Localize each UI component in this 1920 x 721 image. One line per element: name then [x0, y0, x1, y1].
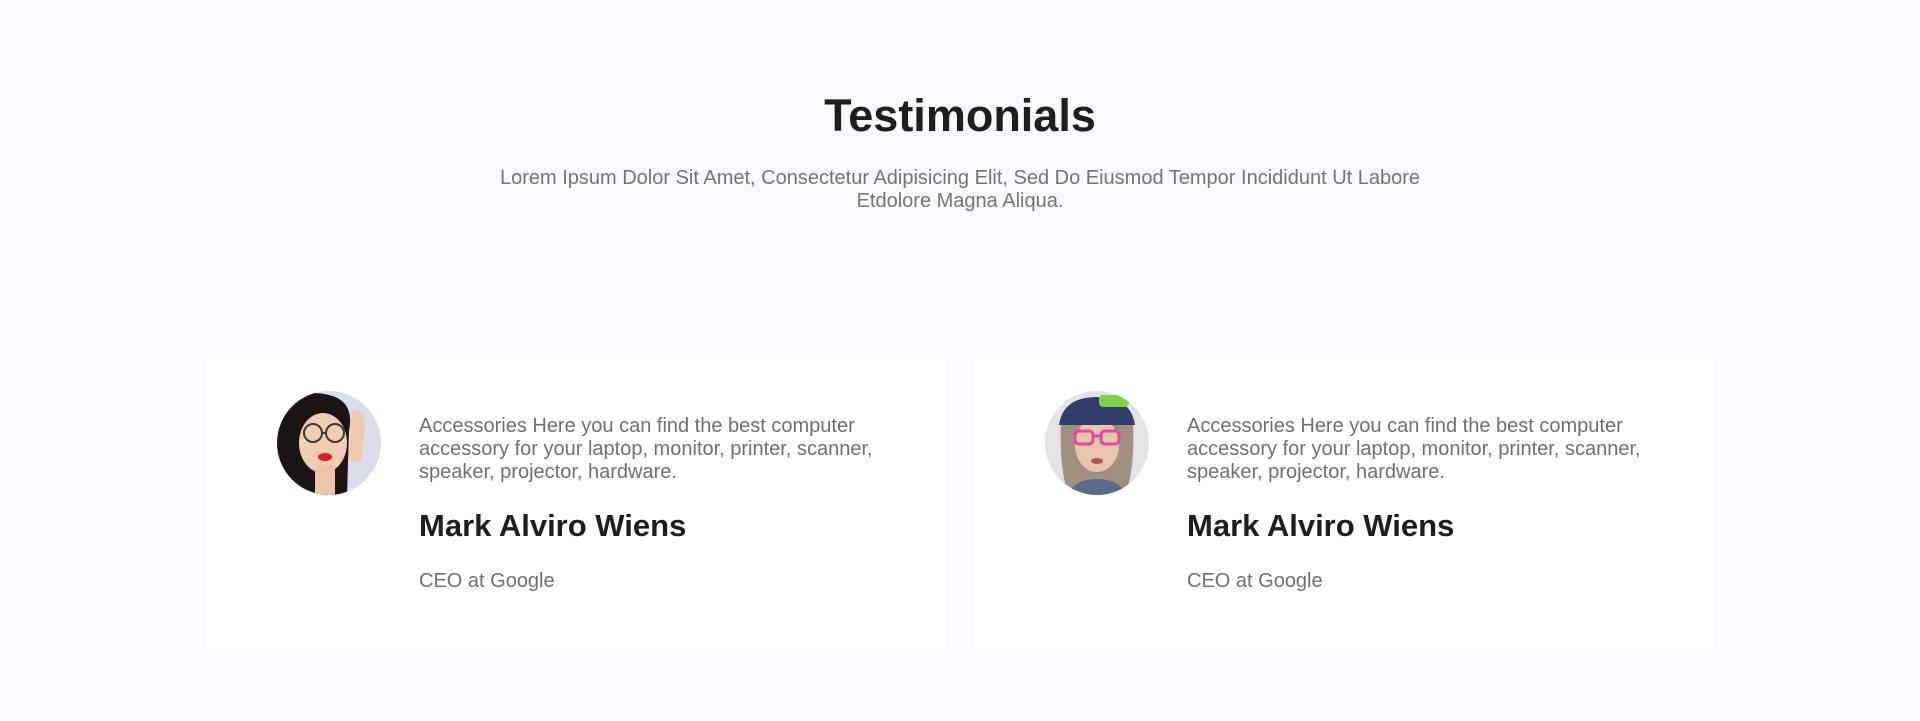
woman-with-pink-glasses-avatar — [1045, 391, 1149, 495]
section-title: Testimonials — [824, 90, 1096, 141]
avatar — [277, 391, 381, 495]
testimonial-card: Accessories Here you can find the best c… — [975, 360, 1713, 648]
testimonial-author-name: Mark Alviro Wiens — [419, 508, 687, 543]
testimonial-quote: Accessories Here you can find the best c… — [419, 415, 873, 483]
testimonials-section: Testimonials Lorem Ipsum Dolor Sit Amet,… — [0, 0, 1920, 721]
testimonial-author-role: CEO at Google — [1187, 570, 1323, 592]
testimonial-card: Accessories Here you can find the best c… — [207, 360, 945, 648]
avatar — [1045, 391, 1149, 495]
testimonial-quote: Accessories Here you can find the best c… — [1187, 415, 1641, 483]
testimonial-author-role: CEO at Google — [419, 570, 555, 592]
testimonial-author-name: Mark Alviro Wiens — [1187, 508, 1455, 543]
section-subtitle: Lorem Ipsum Dolor Sit Amet, Consectetur … — [499, 167, 1421, 212]
woman-with-glasses-avatar — [277, 391, 381, 495]
